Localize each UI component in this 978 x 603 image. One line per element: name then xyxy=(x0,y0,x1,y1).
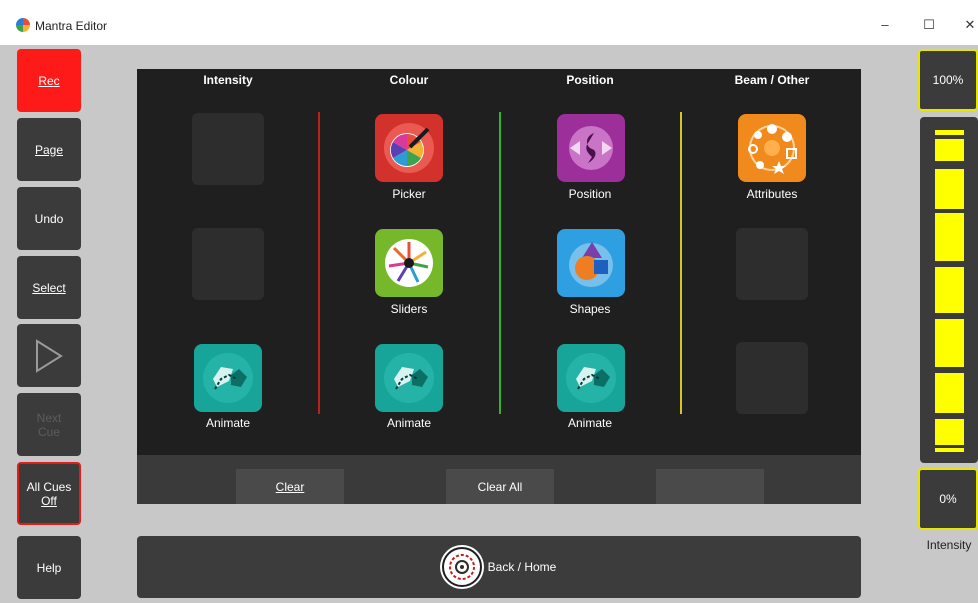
animate-icon xyxy=(203,353,253,403)
title-bar: Mantra Editor – ☐ ✕ xyxy=(0,0,978,45)
column-header-position: Position xyxy=(566,73,614,87)
fader-segment xyxy=(935,169,964,209)
shapes-tile[interactable] xyxy=(557,229,625,297)
next-cue-label: Next Cue xyxy=(37,411,62,439)
rec-label: Rec xyxy=(38,73,60,88)
maximize-button[interactable]: ☐ xyxy=(914,14,944,36)
sliders-label: Sliders xyxy=(390,302,428,316)
next-cue-label-line2: Cue xyxy=(37,424,60,439)
animate-icon xyxy=(384,353,434,403)
colour-picker-icon xyxy=(384,123,434,173)
all-cues-off-button[interactable]: All Cues Off xyxy=(17,462,81,525)
sliders-tile[interactable] xyxy=(375,229,443,297)
attributes-icon xyxy=(748,124,797,174)
clear-button[interactable]: Clear xyxy=(236,469,344,504)
position-icon xyxy=(569,126,613,170)
master-top-value: 100% xyxy=(932,73,964,87)
clear-label: Clear xyxy=(275,479,305,494)
picker-label: Picker xyxy=(392,187,426,201)
fader-segment xyxy=(935,319,964,367)
position-animate-tile[interactable] xyxy=(557,344,625,412)
next-cue-label-line1: Next xyxy=(36,410,62,425)
colour-sliders-icon xyxy=(385,239,433,287)
all-cues-off-line1: All Cues xyxy=(26,479,72,494)
play-button[interactable] xyxy=(17,324,81,387)
master-zero-button[interactable]: 0% xyxy=(918,468,978,530)
select-button[interactable]: Select xyxy=(17,256,81,319)
picker-tile[interactable] xyxy=(375,114,443,182)
fader-segment xyxy=(935,130,964,135)
home-logo-icon xyxy=(441,547,482,587)
master-bottom-value: 0% xyxy=(939,492,957,506)
fader-segment xyxy=(935,373,964,413)
attributes-label: Attributes xyxy=(746,187,798,201)
clear-all-label: Clear All xyxy=(477,479,523,494)
page-label: Page xyxy=(34,142,64,157)
back-home-button[interactable]: Back / Home xyxy=(137,536,861,598)
shapes-label: Shapes xyxy=(569,302,611,316)
minimize-button[interactable]: – xyxy=(870,14,900,36)
shapes-icon xyxy=(569,242,613,287)
intensity-animate-tile[interactable] xyxy=(194,344,262,412)
position-animate-label: Animate xyxy=(567,416,613,430)
attributes-tile[interactable] xyxy=(738,114,806,182)
select-label: Select xyxy=(32,280,66,295)
animate-icon xyxy=(566,353,616,403)
fader-segment xyxy=(935,267,964,313)
intensity-animate-label: Animate xyxy=(205,416,251,430)
help-button[interactable]: Help xyxy=(17,536,81,599)
position-divider xyxy=(499,112,501,414)
column-header-intensity: Intensity xyxy=(203,73,253,87)
clear-all-button[interactable]: Clear All xyxy=(446,469,554,504)
all-cues-off-label: All Cues Off xyxy=(27,480,72,508)
fader-segment xyxy=(935,139,964,161)
master-full-button[interactable]: 100% xyxy=(918,49,978,111)
undo-button[interactable]: Undo xyxy=(17,187,81,250)
empty-slot xyxy=(736,342,808,414)
fader-segment xyxy=(935,448,964,452)
rec-button[interactable]: Rec xyxy=(17,49,81,112)
next-cue-button[interactable]: Next Cue xyxy=(17,393,81,456)
fader-segment xyxy=(935,213,964,261)
window-title: Mantra Editor xyxy=(35,19,108,33)
app-logo-icon xyxy=(16,18,30,32)
all-cues-off-line2: Off xyxy=(41,493,57,508)
close-button[interactable]: ✕ xyxy=(955,14,978,36)
help-label: Help xyxy=(36,560,62,575)
undo-label: Undo xyxy=(34,211,64,226)
empty-slot xyxy=(192,113,264,185)
fader-segment xyxy=(935,419,964,445)
column-header-colour: Colour xyxy=(389,73,429,87)
back-home-label: Back / Home xyxy=(487,560,557,574)
blank-button[interactable] xyxy=(656,469,764,504)
empty-slot xyxy=(192,228,264,300)
intensity-fader[interactable] xyxy=(920,117,978,463)
colour-animate-tile[interactable] xyxy=(375,344,443,412)
page-button[interactable]: Page xyxy=(17,118,81,181)
position-label: Position xyxy=(568,187,612,201)
empty-slot xyxy=(736,228,808,300)
position-tile[interactable] xyxy=(557,114,625,182)
column-header-beam: Beam / Other xyxy=(734,73,810,87)
play-icon xyxy=(36,338,63,373)
beam-divider xyxy=(680,112,682,414)
colour-animate-label: Animate xyxy=(386,416,432,430)
colour-divider xyxy=(318,112,320,414)
intensity-fader-label: Intensity xyxy=(926,538,972,552)
